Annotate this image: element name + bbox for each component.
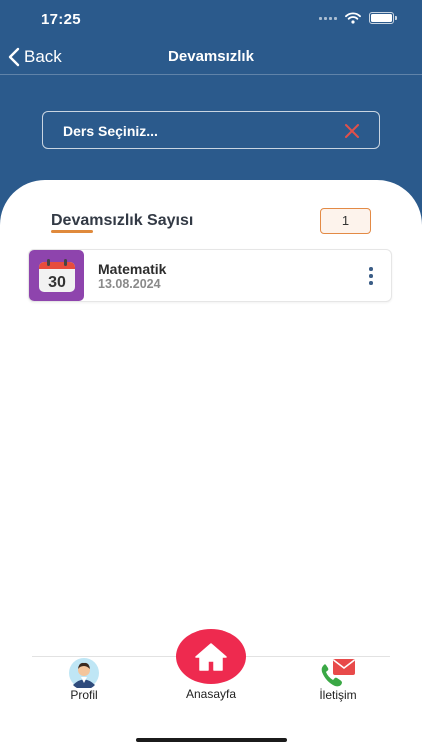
home-icon xyxy=(195,642,227,671)
record-date: 13.08.2024 xyxy=(98,277,161,291)
title-underline xyxy=(51,230,93,233)
home-button[interactable] xyxy=(176,629,246,684)
tab-profile-label: Profil xyxy=(70,688,98,702)
home-indicator xyxy=(136,738,287,742)
tab-home-label: Anasayfa xyxy=(185,687,237,701)
tab-home[interactable]: Anasayfa xyxy=(170,629,252,701)
calendar-day: 30 xyxy=(48,274,66,291)
tab-contact[interactable]: İletişim xyxy=(300,658,376,702)
tab-contact-label: İletişim xyxy=(319,688,357,702)
status-time: 17:25 xyxy=(41,11,81,28)
absence-record-card[interactable]: 30 Matematik 13.08.2024 xyxy=(28,249,392,302)
signal-icon xyxy=(319,16,337,20)
nav-divider xyxy=(0,74,422,75)
phone-mail-icon xyxy=(321,659,355,687)
status-bar: 17:25 xyxy=(0,0,422,40)
page-title: Devamsızlık xyxy=(168,48,254,65)
more-options-icon[interactable] xyxy=(363,265,379,287)
tab-profile[interactable]: Profil xyxy=(50,658,118,702)
navigation-bar: Back Devamsızlık xyxy=(0,40,422,74)
course-select-placeholder: Ders Seçiniz... xyxy=(63,123,158,139)
absence-count-title: Devamsızlık Sayısı xyxy=(51,212,194,229)
close-icon[interactable] xyxy=(343,122,361,140)
battery-icon xyxy=(369,12,397,24)
status-icons xyxy=(319,12,397,24)
profile-avatar-icon xyxy=(69,658,99,688)
calendar-icon: 30 xyxy=(38,258,75,292)
course-select[interactable]: Ders Seçiniz... xyxy=(42,111,380,149)
record-subject: Matematik xyxy=(98,261,167,277)
calendar-tile: 30 xyxy=(29,250,84,301)
absence-count-badge: 1 xyxy=(320,208,371,234)
wifi-icon xyxy=(345,12,361,24)
